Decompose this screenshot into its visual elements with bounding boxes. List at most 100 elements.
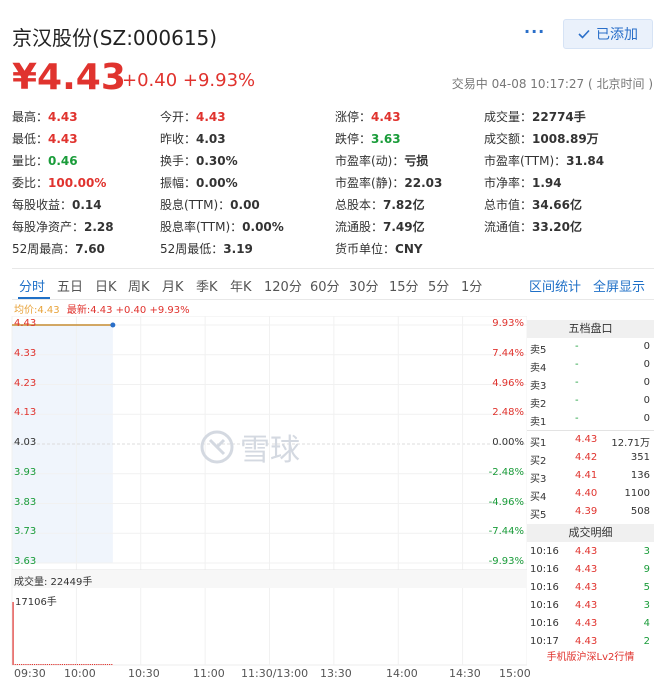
stat-item: 委比：100.00% (12, 174, 106, 191)
avg-price-info: 均价:4.43 (14, 305, 60, 316)
stat-value: 4.03 (196, 132, 226, 146)
stat-label: 52周最高： (12, 242, 76, 256)
tab-4[interactable]: 月K (162, 276, 184, 295)
ask-price: - (575, 377, 579, 388)
volume-bar (25, 664, 27, 665)
ask-label: 卖4 (530, 363, 547, 374)
volume-bar (57, 664, 59, 665)
tab-2[interactable]: 日K (95, 276, 117, 295)
bid-row: 买2 4.42 351 (530, 450, 652, 468)
tab-3[interactable]: 周K (128, 276, 150, 295)
y-pct-tick: 7.44% (492, 347, 524, 359)
trade-price: 4.43 (575, 582, 598, 593)
stat-label: 最高： (12, 110, 49, 124)
orderbook-title: 五档盘口 (527, 320, 654, 338)
stat-value: 0.00 (230, 198, 260, 212)
trade-price: 4.43 (575, 636, 598, 647)
volume-bar (70, 664, 72, 665)
tab-10[interactable]: 15分 (389, 276, 419, 295)
stat-item: 流通值：33.20亿 (484, 218, 582, 235)
stat-item: 最低：4.43 (12, 130, 78, 147)
ask-label: 卖1 (530, 417, 547, 428)
trade-row: 10:16 4.43 4 (530, 616, 652, 634)
trade-price: 4.43 (575, 600, 598, 611)
stat-value: 0.46 (48, 154, 78, 168)
stat-value: CNY (395, 242, 423, 256)
tab-5[interactable]: 季K (196, 276, 218, 295)
volume-bar (76, 664, 79, 665)
stat-value: 0.30% (196, 154, 238, 168)
fullscreen-button[interactable]: 全屏显示 (593, 276, 645, 295)
stat-value: 0.00% (242, 220, 284, 234)
ask-row: 卖5 - 0 (530, 339, 652, 357)
stat-value: 4.43 (196, 110, 226, 124)
orderbook-divider (527, 430, 654, 431)
volume-bar (98, 664, 100, 665)
volume-bar (102, 664, 104, 665)
volume-bar (27, 664, 29, 665)
stat-item: 量比：0.46 (12, 152, 78, 169)
stat-value: 7.82亿 (383, 198, 425, 212)
stat-item: 成交量：22774手 (484, 108, 586, 125)
snowball-logo-icon (200, 430, 234, 464)
more-button[interactable]: ··· (524, 22, 545, 41)
tab-9[interactable]: 30分 (349, 276, 379, 295)
volume-bar (72, 664, 74, 665)
tab-7[interactable]: 120分 (264, 276, 302, 295)
added-watchlist-button[interactable]: 已添加 (563, 19, 653, 49)
stat-item: 涨停：4.43 (335, 108, 401, 125)
stat-label: 委比： (12, 176, 49, 190)
level2-quote-link[interactable]: 手机版沪深Lv2行情 (527, 648, 654, 663)
ask-price: - (575, 413, 579, 424)
x-time-tick: 11:00 (193, 667, 225, 680)
volume-bar (100, 664, 102, 665)
volume-max-label: 17106手 (15, 597, 57, 608)
ask-label: 卖2 (530, 399, 547, 410)
bid-price: 4.43 (575, 434, 598, 445)
volume-label: 成交量: 22449手 (14, 577, 93, 588)
ask-price: - (575, 359, 579, 370)
stat-label: 流通值： (484, 220, 533, 234)
stat-value: 2.28 (84, 220, 114, 234)
bid-price: 4.42 (575, 452, 598, 463)
trade-time: 10:16 (530, 564, 559, 575)
check-icon (578, 29, 590, 39)
intraday-chart[interactable] (0, 316, 527, 686)
volume-bar (61, 664, 64, 665)
tab-11[interactable]: 5分 (428, 276, 449, 295)
bid-volume: 508 (630, 506, 650, 517)
range-stats-button[interactable]: 区间统计 (529, 276, 581, 295)
xueqiu-watermark: 雪球 (200, 425, 300, 469)
stat-item: 货币单位：CNY (335, 240, 423, 257)
x-time-tick: 15:00 (499, 667, 531, 680)
bid-row: 买1 4.43 12.71万 (530, 432, 652, 450)
chart-tabs: 分时 五日 日K 周K 月K 季K 年K 120分 60分 30分 15分 5分 1分 区间统计 全屏显示 (12, 268, 654, 300)
volume-bar (36, 664, 38, 665)
y-price-tick: 4.13 (14, 407, 37, 419)
bid-label: 买5 (530, 510, 547, 521)
active-tab-underline (18, 297, 50, 299)
bid-volume: 12.71万 (611, 438, 650, 449)
x-time-tick: 14:30 (449, 667, 481, 680)
tab-0[interactable]: 分时 (19, 276, 45, 295)
ask-row: 卖4 - 0 (530, 357, 652, 375)
stat-item: 每股净资产：2.28 (12, 218, 114, 235)
tab-8[interactable]: 60分 (310, 276, 340, 295)
stock-title: 京汉股份(SZ:000615) (12, 26, 218, 50)
volume-bar (31, 664, 33, 665)
y-price-tick: 3.83 (14, 496, 37, 508)
tab-1[interactable]: 五日 (57, 276, 83, 295)
ask-volume: 0 (643, 377, 650, 388)
stat-label: 市盈率(动)： (335, 154, 405, 168)
volume-bar (42, 664, 44, 665)
volume-bar (16, 664, 18, 665)
trade-row: 10:16 4.43 3 (530, 598, 652, 616)
stat-item: 今开：4.43 (160, 108, 226, 125)
tab-6[interactable]: 年K (230, 276, 252, 295)
bid-volume: 1100 (624, 488, 650, 499)
tab-12[interactable]: 1分 (461, 276, 482, 295)
volume-bar (68, 664, 70, 665)
volume-bar (14, 664, 16, 665)
bid-volume: 351 (630, 452, 650, 463)
stat-item: 总股本：7.82亿 (335, 196, 425, 213)
